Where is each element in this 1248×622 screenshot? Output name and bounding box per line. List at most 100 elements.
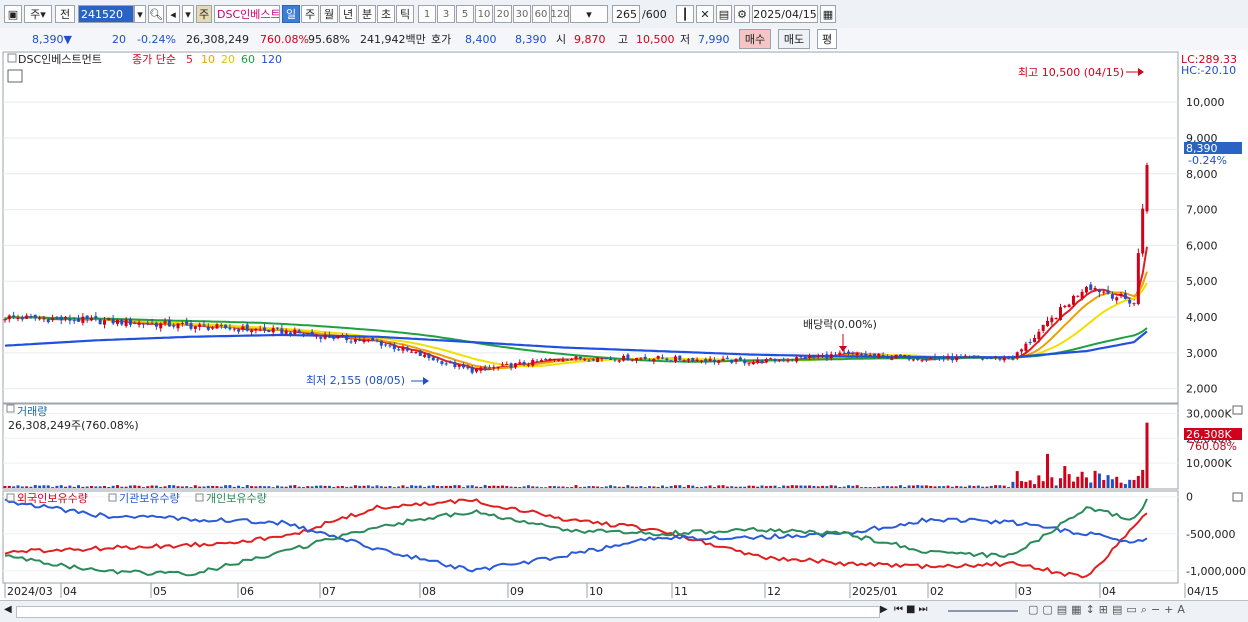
candle-body: [535, 361, 539, 363]
period-0-button[interactable]: 일: [282, 5, 300, 23]
volume-bar: [483, 485, 487, 488]
period-1-button[interactable]: 주: [301, 5, 319, 23]
interval-4-button[interactable]: 20: [494, 5, 512, 23]
candle-body: [159, 323, 163, 329]
date-input[interactable]: 2025/04/15: [752, 5, 818, 23]
speaker-icon[interactable]: ◂: [166, 5, 180, 23]
volume-bar: [198, 486, 202, 488]
window-icon[interactable]: ▣: [4, 5, 22, 23]
volume-bar: [215, 486, 219, 488]
candle-body: [284, 330, 288, 334]
period-3-button[interactable]: 년: [339, 5, 357, 23]
holder-close-icon[interactable]: [1232, 492, 1243, 502]
interval-6-button[interactable]: 60: [532, 5, 550, 23]
volume-bar: [128, 485, 132, 488]
candle-body: [1097, 289, 1101, 293]
candle-body: [379, 340, 383, 346]
unit-select[interactable]: ▾: [570, 5, 608, 23]
calc-icon[interactable]: [7, 69, 23, 83]
candle-body: [855, 353, 859, 356]
playback-controls[interactable]: ⏮■⏭: [894, 604, 930, 615]
speaker-dropdown-icon[interactable]: ▾: [182, 5, 194, 23]
type-sub-button[interactable]: 전: [55, 5, 75, 23]
candle-body: [985, 357, 989, 359]
volume-bar: [760, 485, 764, 488]
candle-body: [890, 357, 894, 360]
volume-bar: [803, 485, 807, 488]
volume-bar: [591, 486, 595, 488]
candle-body: [276, 327, 280, 329]
save-icon[interactable]: ▤: [716, 5, 732, 23]
stock-chart[interactable]: 2,0003,0004,0005,0006,0007,0008,0009,000…: [0, 50, 1248, 600]
volume-bar: [224, 485, 228, 488]
scroll-right-icon[interactable]: ▶: [880, 604, 888, 615]
scrollbar-track[interactable]: [16, 606, 880, 618]
interval-2-button[interactable]: 5: [456, 5, 474, 23]
period-5-button[interactable]: 초: [377, 5, 395, 23]
inst-holder-label: 기관보유수량: [119, 492, 180, 505]
legend-ma-10: 10: [201, 53, 215, 66]
volume-close-icon[interactable]: [1232, 405, 1243, 415]
volume-bar: [695, 486, 699, 488]
open-label: 시: [556, 33, 567, 46]
gear-icon[interactable]: ⚙: [734, 5, 750, 23]
avg-button[interactable]: 평: [817, 29, 837, 49]
zoom-slider[interactable]: [948, 610, 1018, 612]
candle-body: [1050, 317, 1054, 323]
sell-button[interactable]: 매도: [778, 29, 810, 49]
period-4-button[interactable]: 분: [358, 5, 376, 23]
volume-bar: [306, 486, 310, 488]
candle-body: [596, 357, 600, 362]
candle-icon[interactable]: ┃: [676, 5, 694, 23]
price-tick-label: 5,000: [1186, 275, 1218, 288]
candle-body: [1089, 284, 1093, 291]
candle-body: [1054, 318, 1058, 320]
interval-3-button[interactable]: 10: [475, 5, 493, 23]
tool-icons[interactable]: ▢▢▤▦↕⊞▤▭⌕−+A: [1028, 603, 1189, 617]
volume-bar: [159, 487, 163, 488]
period-2-button[interactable]: 월: [320, 5, 338, 23]
volume-bar: [440, 486, 444, 488]
interval-5-button[interactable]: 30: [513, 5, 531, 23]
calendar-icon[interactable]: ▦: [820, 5, 836, 23]
volume-bar: [782, 485, 786, 488]
code-input[interactable]: 241520: [78, 5, 134, 23]
x-axis-label: 08: [422, 585, 436, 598]
volume-bar: [981, 486, 985, 488]
interval-7-button[interactable]: 120: [550, 5, 570, 23]
interval-0-button[interactable]: 1: [418, 5, 436, 23]
candle-body: [1033, 338, 1037, 343]
candle-body: [1002, 357, 1006, 361]
volume-bar: [336, 486, 340, 488]
cross-icon[interactable]: ✕: [696, 5, 714, 23]
candle-body: [877, 353, 881, 358]
stock-name-field[interactable]: DSC인베스트먼: [214, 5, 280, 23]
scroll-left-icon[interactable]: ◀: [4, 604, 12, 615]
candle-body: [345, 334, 349, 341]
candle-body: [487, 367, 491, 369]
candle-body: [851, 352, 855, 354]
volume-bar: [825, 486, 829, 488]
code-dropdown-icon[interactable]: ▾: [134, 5, 146, 23]
volume-bar: [487, 485, 491, 488]
candle-body: [323, 334, 327, 339]
quote-bar: 8,390▼ 20 -0.24% 26,308,249 760.08% 95.6…: [0, 28, 1248, 51]
volume-bar: [202, 486, 206, 488]
period-6-button[interactable]: 틱: [396, 5, 414, 23]
search-icon[interactable]: 🔍︎: [148, 5, 164, 23]
candle-body: [332, 337, 336, 339]
buy-button[interactable]: 매수: [739, 29, 771, 49]
candle-body: [206, 326, 210, 330]
type-main-select[interactable]: 주 ▾: [24, 5, 52, 23]
candle-body: [743, 360, 747, 364]
volume-bar: [635, 486, 639, 488]
volume-bar: [609, 485, 613, 488]
volume-bar: [570, 487, 574, 488]
volume-last-tag-pct: 760.08%: [1188, 440, 1237, 453]
candle-body: [72, 320, 76, 322]
x-axis-label: 10: [589, 585, 603, 598]
count-input[interactable]: 265: [612, 5, 640, 23]
interval-1-button[interactable]: 3: [437, 5, 455, 23]
volume-bar: [518, 487, 522, 488]
volume-bar: [622, 486, 626, 488]
